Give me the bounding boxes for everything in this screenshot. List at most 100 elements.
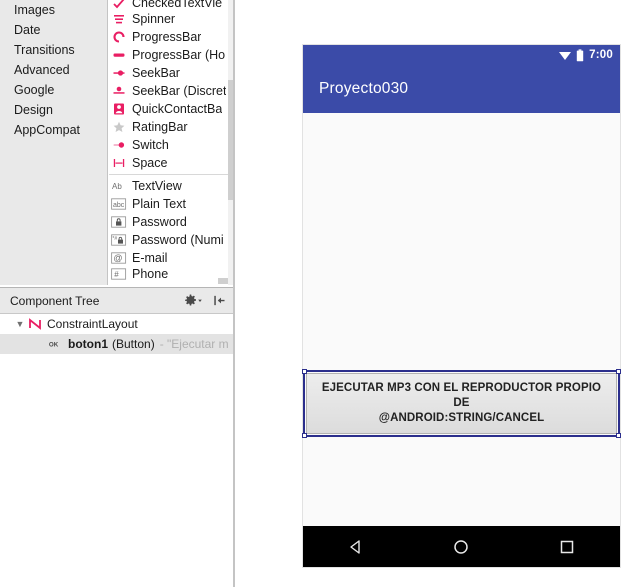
- palette-item-ratingbar[interactable]: RatingBar: [109, 118, 233, 136]
- textview-icon: Ab: [109, 178, 129, 194]
- app-action-bar: Proyecto030: [303, 65, 620, 113]
- palette-item-quickcontactbadge[interactable]: QuickContactBa: [109, 100, 233, 118]
- palette-item-label: Phone: [132, 267, 169, 281]
- ratingbar-icon: [109, 119, 129, 135]
- seekbar-discrete-icon: [109, 83, 129, 99]
- password-icon: [109, 214, 129, 230]
- phone-icon: #: [109, 266, 129, 282]
- svg-text:Ab: Ab: [112, 182, 122, 191]
- plain-text-icon: abc: [109, 196, 129, 212]
- palette-item-label: E-mail: [132, 251, 168, 265]
- palette-category-label: Date: [14, 23, 41, 37]
- boton1-label-line2: @ANDROID:STRING/CANCEL: [378, 412, 545, 424]
- chevron-down-icon[interactable]: ▼: [14, 319, 26, 329]
- tree-node-type: (Button): [112, 337, 155, 351]
- palette-item-label: SeekBar (Discret: [132, 84, 227, 98]
- component-tree-toolbar: [184, 288, 227, 313]
- palette-category-label: Google: [14, 83, 55, 97]
- palette-category-label: Design: [14, 103, 53, 117]
- palette-item-label: Plain Text: [132, 197, 186, 211]
- palette-item-label: Spinner: [132, 12, 176, 26]
- app-content-canvas[interactable]: EJECUTAR MP3 CON EL REPRODUCTOR PROPIO D…: [302, 113, 621, 526]
- palette-item-plain-text[interactable]: abc Plain Text: [109, 195, 233, 213]
- palette-item-label: CheckedTextVie: [132, 0, 223, 10]
- svg-text:@: @: [113, 253, 122, 263]
- palette-item-label: ProgressBar: [132, 30, 202, 44]
- palette-item-space[interactable]: Space: [109, 154, 233, 172]
- resize-handle-bottom-left[interactable]: [302, 433, 307, 438]
- collapse-all-icon[interactable]: [212, 294, 227, 307]
- palette-category-label: Transitions: [14, 43, 75, 57]
- palette-item-password[interactable]: Password: [109, 213, 233, 231]
- space-icon: [109, 155, 129, 171]
- palette-item-checkedtextview[interactable]: CheckedTextVie: [109, 0, 233, 10]
- resize-handle-bottom-right[interactable]: [616, 433, 621, 438]
- tree-node-constraintlayout[interactable]: ▼ ConstraintLayout: [0, 314, 233, 334]
- email-icon: @: [109, 250, 129, 266]
- palette-category-list[interactable]: Images Date Transitions Advanced Google …: [0, 0, 108, 285]
- chevron-down-icon: [198, 299, 202, 302]
- app-title: Proyecto030: [319, 80, 409, 97]
- palette-item-seekbar-discrete[interactable]: SeekBar (Discret: [109, 82, 233, 100]
- selected-widget-outline[interactable]: EJECUTAR MP3 CON EL REPRODUCTOR PROPIO D…: [302, 369, 621, 438]
- svg-text:abc: abc: [113, 202, 125, 209]
- component-tree-panel: Component Tree ▼ ConstraintLayout OK bot…: [0, 287, 233, 587]
- tree-node-boton1[interactable]: OK boton1 (Button) - "Ejecutar m: [0, 334, 233, 354]
- palette-widget-list[interactable]: CheckedTextVie Spinner ProgressBar Progr…: [109, 0, 233, 285]
- resize-handle-top-right[interactable]: [616, 369, 621, 374]
- palette-item-label: SeekBar: [132, 66, 180, 80]
- palette-item-switch[interactable]: Switch: [109, 136, 233, 154]
- nav-recents-square-icon[interactable]: [537, 538, 597, 556]
- svg-text:*#: *#: [112, 236, 117, 242]
- palette-item-spinner[interactable]: Spinner: [109, 10, 233, 28]
- resize-handle-top-left[interactable]: [302, 369, 307, 374]
- password-numeric-icon: *#: [109, 232, 129, 248]
- palette-category-date[interactable]: Date: [0, 20, 107, 40]
- palette-category-advanced[interactable]: Advanced: [0, 60, 107, 80]
- palette-item-textview[interactable]: Ab TextView: [109, 177, 233, 195]
- palette-category-transitions[interactable]: Transitions: [0, 40, 107, 60]
- gear-icon[interactable]: [184, 294, 203, 307]
- palette-category-label: Advanced: [14, 63, 70, 77]
- palette-category-google[interactable]: Google: [0, 80, 107, 100]
- palette-item-progressbar-horizontal[interactable]: ProgressBar (Ho: [109, 46, 233, 64]
- design-preview-surface[interactable]: 7:00 Proyecto030 EJECUTAR MP3 CON EL REP…: [235, 0, 627, 587]
- status-bar-clock: 7:00: [589, 49, 613, 61]
- checked-text-view-icon: [109, 0, 129, 11]
- component-tree-header: Component Tree: [0, 288, 233, 314]
- palette-item-label: Password (Numi: [132, 233, 224, 247]
- constraintlayout-icon: [26, 317, 44, 331]
- component-tree-title: Component Tree: [10, 293, 100, 308]
- svg-text:OK: OK: [49, 342, 59, 349]
- palette-item-phone[interactable]: # Phone: [109, 267, 233, 281]
- progressbar-horizontal-icon: [109, 47, 129, 63]
- palette-item-label: QuickContactBa: [132, 102, 223, 116]
- boton1-button[interactable]: EJECUTAR MP3 CON EL REPRODUCTOR PROPIO D…: [306, 373, 617, 434]
- palette-item-password-numeric[interactable]: *# Password (Numi: [109, 231, 233, 249]
- tree-node-label: ConstraintLayout: [47, 317, 138, 331]
- palette-item-email[interactable]: @ E-mail: [109, 249, 233, 267]
- wifi-icon: [558, 49, 572, 61]
- palette-category-design[interactable]: Design: [0, 100, 107, 120]
- boton1-label-line1: EJECUTAR MP3 CON EL REPRODUCTOR PROPIO D…: [321, 382, 602, 409]
- nav-home-circle-icon[interactable]: [431, 538, 491, 556]
- svg-text:#: #: [114, 270, 119, 279]
- switch-icon: [109, 137, 129, 153]
- quickcontactbadge-icon: [109, 101, 129, 117]
- spinner-icon: [109, 11, 129, 27]
- palette-category-label: AppCompat: [14, 123, 81, 137]
- palette-item-seekbar[interactable]: SeekBar: [109, 64, 233, 82]
- nav-back-triangle-icon[interactable]: [326, 538, 386, 556]
- android-status-bar: 7:00: [303, 45, 620, 65]
- palette-category-appcompat[interactable]: AppCompat: [0, 120, 107, 140]
- palette-category-images[interactable]: Images: [0, 0, 107, 20]
- palette-item-progressbar[interactable]: ProgressBar: [109, 28, 233, 46]
- palette-item-label: ProgressBar (Ho: [132, 48, 226, 62]
- palette-item-label: Password: [132, 215, 187, 229]
- palette-item-label: TextView: [132, 179, 182, 193]
- android-studio-layout-editor: Images Date Transitions Advanced Google …: [0, 0, 627, 587]
- palette-item-label: Switch: [132, 138, 169, 152]
- tree-node-id: boton1: [68, 337, 108, 351]
- progressbar-icon: [109, 29, 129, 45]
- battery-icon: [576, 48, 584, 62]
